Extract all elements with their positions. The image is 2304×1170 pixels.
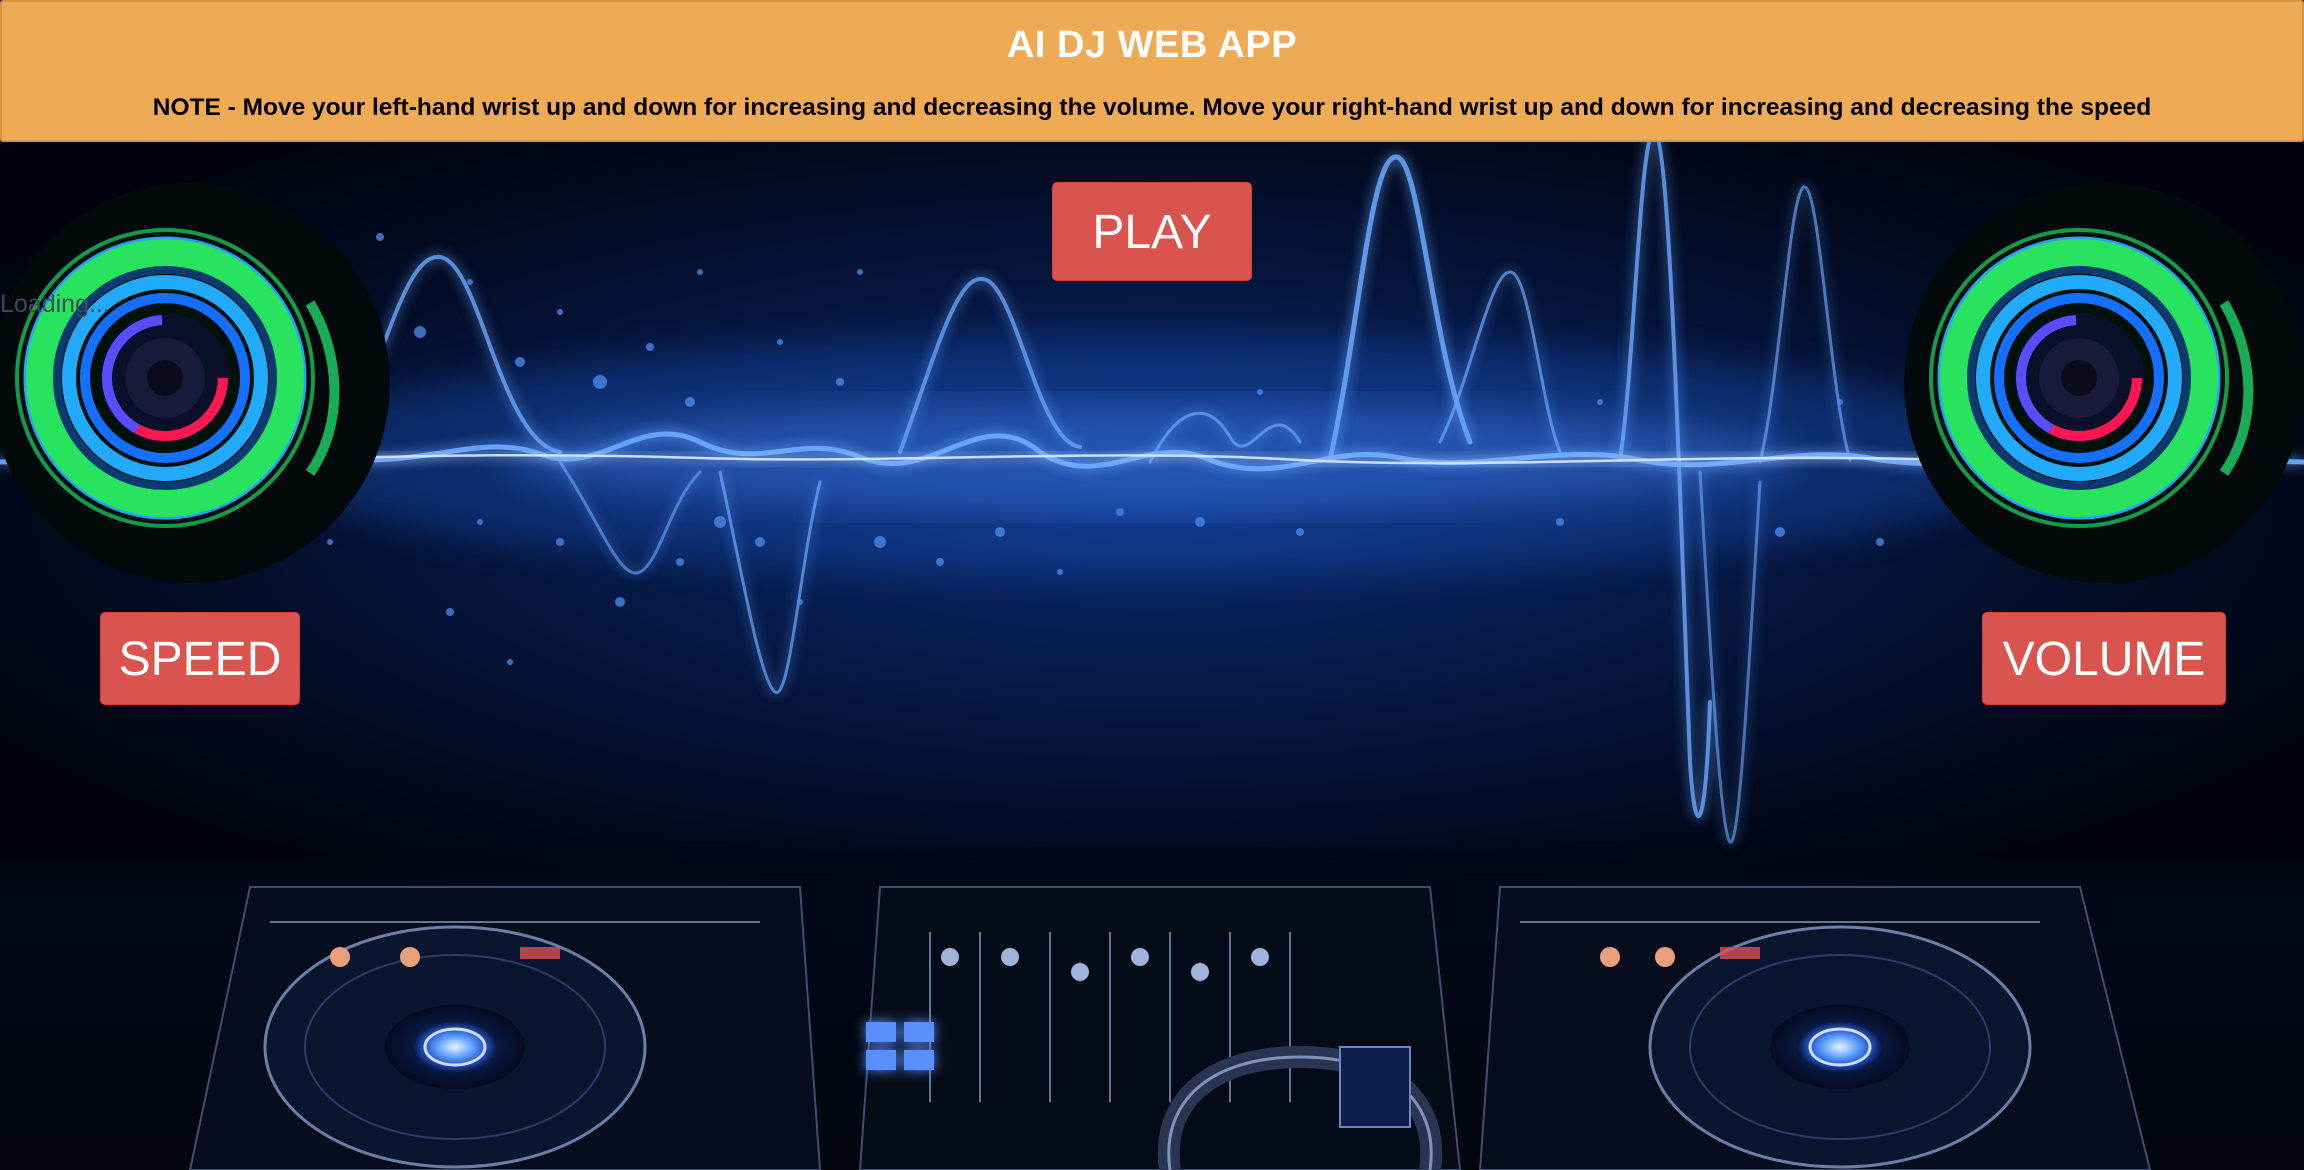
play-button[interactable]: PLAY (1052, 182, 1252, 281)
right-speaker-icon (1904, 183, 2304, 583)
left-speaker-icon (0, 183, 390, 583)
instruction-note: NOTE - Move your left-hand wrist up and … (152, 94, 2152, 121)
app-title: AI DJ WEB APP (1006, 24, 1298, 66)
dj-console-artwork (188, 886, 2152, 1170)
volume-button[interactable]: VOLUME (1982, 612, 2226, 705)
speed-button[interactable]: SPEED (100, 612, 300, 705)
app-header: AI DJ WEB APP NOTE - Move your left-hand… (0, 0, 2304, 142)
loading-status-text: Loading... (0, 290, 110, 318)
